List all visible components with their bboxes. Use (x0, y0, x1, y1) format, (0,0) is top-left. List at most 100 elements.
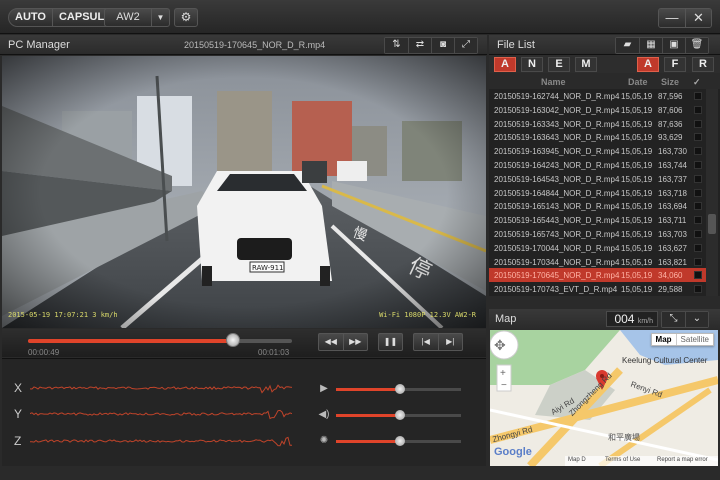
track-buttons: |◀ ▶| (413, 333, 463, 351)
next-file-button[interactable]: ▶| (437, 334, 463, 350)
file-checkbox[interactable] (694, 92, 702, 100)
slider-knob[interactable] (394, 384, 405, 394)
axis-x-label: X (14, 381, 23, 395)
file-size: 163,821 (658, 257, 687, 267)
trash-icon[interactable]: 🗑 (685, 38, 708, 53)
file-list-row[interactable]: 20150519-163042_NOR_D_R.mp4 15,05,19 87,60… (489, 103, 707, 117)
file-size: 163,711 (658, 216, 687, 226)
file-checkbox[interactable] (694, 133, 702, 142)
total-time: 00:01:03 (258, 348, 290, 357)
camera-tab-front[interactable]: F (664, 57, 686, 72)
playback-speed-slider[interactable] (336, 384, 461, 394)
mode-auto-button[interactable]: AUTO (9, 9, 52, 26)
filelist-column-headers: Name Date Size ✓ (489, 75, 720, 89)
scrollbar-thumb[interactable] (708, 214, 716, 234)
file-list-row[interactable]: 20150519-170344_NOR_D_R.mp4 15,05,19 163,8… (489, 255, 707, 269)
pause-button[interactable]: ❚❚ (378, 333, 403, 351)
file-name: 20150519-164844_NOR_D_R.mp4 (494, 188, 620, 198)
file-list-row[interactable]: 20150519-163643_NOR_D_R.mp4 15,05,19 93,62… (489, 130, 707, 144)
slider-knob[interactable] (394, 410, 405, 420)
file-checkbox[interactable] (694, 147, 702, 156)
settings-button[interactable]: ⚙ (174, 8, 198, 27)
camera-icon[interactable]: ◙ (431, 38, 454, 53)
file-checkbox[interactable] (694, 216, 702, 225)
file-list-row[interactable]: 20150519-170743_EVT_D_R.mp4 15,05,19 29,58… (489, 282, 707, 296)
file-name: 20150519-163643_NOR_D_R.mp4 (494, 133, 620, 143)
file-list-row[interactable]: 20150519-165143_NOR_D_R.mp4 15,05,19 163,6… (489, 199, 707, 213)
folder-icon[interactable]: ▰ (616, 38, 639, 53)
file-checkbox[interactable] (694, 105, 702, 114)
column-name[interactable]: Name (541, 77, 566, 87)
seek-bar-knob[interactable] (226, 333, 241, 347)
file-checkbox[interactable] (694, 161, 702, 169)
speed-display: 004 km/h (606, 311, 658, 327)
video-frame[interactable]: 停 慢 RAW-911 2015-05-19 17:07:21 3 km/h W… (2, 56, 486, 328)
filter-tab-all[interactable]: A (494, 57, 516, 72)
file-list-row[interactable]: 20150519-164543_NOR_D_R.mp4 15,05,19 163,7… (489, 172, 707, 186)
chevron-down-icon[interactable]: ⌄ (685, 312, 708, 327)
close-button[interactable]: ✕ (685, 9, 711, 27)
record-mode-toggle[interactable]: AUTO CAPSULE (8, 8, 119, 27)
file-list-row[interactable]: 20150519-163343_NOR_D_R.mp4 15,05,19 87,63… (489, 117, 707, 131)
file-checkbox[interactable] (694, 230, 702, 238)
minimize-button[interactable]: — (659, 9, 685, 27)
save-icon[interactable]: ▣ (662, 38, 685, 53)
file-list-row[interactable]: 20150519-164844_NOR_D_R.mp4 15,05,19 163,7… (489, 186, 707, 200)
column-size[interactable]: Size (661, 77, 679, 87)
file-checkbox[interactable] (694, 188, 702, 197)
file-checkbox[interactable] (694, 119, 702, 128)
brightness-slider[interactable] (336, 436, 461, 446)
map-view[interactable]: ✥ + − Map Satellite Keelung Cultural Cen… (490, 330, 718, 466)
file-checkbox[interactable] (694, 243, 702, 252)
column-date[interactable]: Date (628, 77, 648, 87)
rewind-button[interactable]: ◀◀ (319, 334, 343, 350)
filelist-scrollbar[interactable] (706, 89, 718, 296)
slider-knob[interactable] (394, 436, 405, 446)
expand-icon[interactable]: ⤡ (662, 312, 685, 327)
file-list-row[interactable]: 20150519-170645_NOR_D_R.mp4 15,05,19 34,06… (489, 268, 707, 283)
axis-x-graph (30, 384, 292, 394)
terms-link[interactable]: Terms of Use (605, 457, 640, 463)
file-size: 163,718 (658, 188, 687, 198)
file-checkbox[interactable] (694, 174, 702, 183)
file-checkbox[interactable] (694, 285, 702, 294)
fullscreen-icon[interactable]: ⤢ (454, 38, 477, 53)
file-size: 34,060 (658, 271, 683, 281)
file-list-row[interactable]: 20150519-163945_NOR_D_R.mp4 15,05,19 163,7… (489, 144, 707, 158)
filelist-filter-tabs: A N E M A F R (489, 55, 720, 73)
column-check[interactable]: ✓ (693, 77, 701, 88)
file-list-row[interactable]: 20150519-162744_NOR_D_R.mp4 15,05,19 87,59… (489, 89, 707, 103)
filter-tab-normal[interactable]: N (521, 57, 543, 72)
map-type-satellite[interactable]: Satellite (675, 334, 713, 345)
previous-file-button[interactable]: |◀ (414, 334, 438, 350)
filter-tab-manual[interactable]: M (575, 57, 597, 72)
axis-z-label: Z (14, 434, 22, 448)
file-checkbox[interactable] (694, 271, 702, 280)
seek-bar[interactable] (28, 333, 292, 347)
file-list-row[interactable]: 20150519-165743_NOR_D_R.mp4 15,05,19 163,7… (489, 227, 707, 241)
file-date: 15,05,19 (621, 92, 653, 101)
flip-vertical-icon[interactable]: ⇅ (385, 38, 408, 53)
camera-tab-rear[interactable]: R (692, 57, 714, 72)
file-checkbox[interactable] (694, 202, 702, 211)
calendar-icon[interactable]: ▦ (639, 38, 662, 53)
file-list-row[interactable]: 20150519-165443_NOR_D_R.mp4 15,05,19 163,7… (489, 213, 707, 227)
file-checkbox[interactable] (694, 257, 702, 266)
file-list-row[interactable]: 20150519-170044_NOR_D_R.mp4 15,05,19 163,6… (489, 241, 707, 255)
file-size: 87,596 (658, 92, 683, 101)
map-attribution: Map D Terms of Use Report a map error (565, 456, 718, 466)
file-name: 20150519-170645_NOR_D_R.mp4 (494, 271, 620, 281)
flip-horizontal-icon[interactable]: ⇄ (408, 38, 431, 53)
volume-slider[interactable] (336, 410, 461, 420)
file-list: 20150519-162744_NOR_D_R.mp4 15,05,19 87,59… (489, 89, 720, 296)
report-error-link[interactable]: Report a map error (657, 457, 708, 463)
brightness-icon: ✺ (319, 435, 329, 446)
file-date: 15,05,19 (621, 257, 653, 267)
camera-tab-all[interactable]: A (637, 57, 659, 72)
fast-forward-button[interactable]: ▶▶ (342, 334, 368, 350)
map-type-map[interactable]: Map (652, 334, 676, 345)
filter-tab-event[interactable]: E (548, 57, 570, 72)
file-list-row[interactable]: 20150519-164243_NOR_D_R.mp4 15,05,19 163,7… (489, 158, 707, 172)
model-dropdown[interactable]: AW2 ▼ (104, 8, 170, 27)
video-timestamp-overlay: 2015-05-19 17:07:21 3 km/h (8, 311, 118, 319)
